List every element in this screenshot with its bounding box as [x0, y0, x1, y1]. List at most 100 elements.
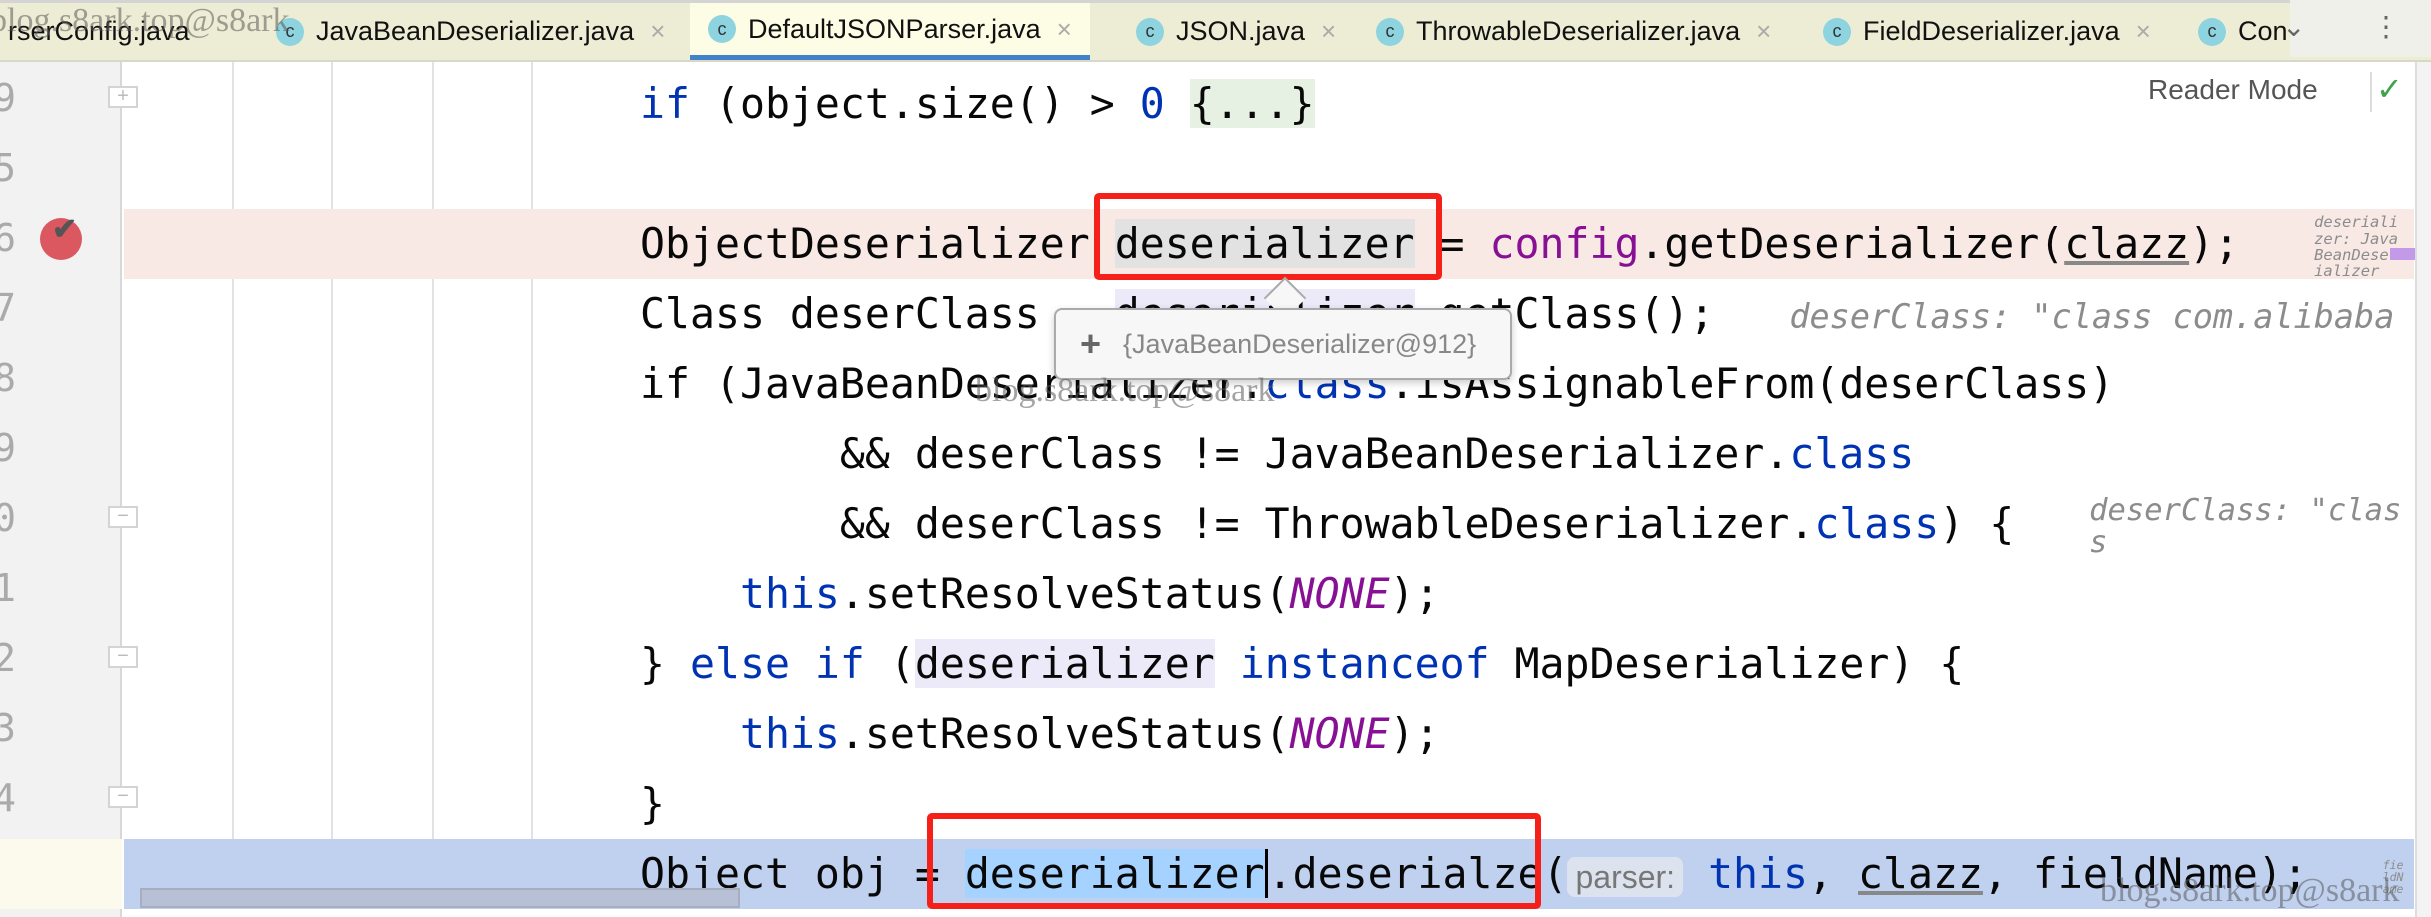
line-number: 9 — [0, 426, 16, 470]
code-token: config — [1489, 219, 1640, 268]
code-token: , — [1808, 849, 1858, 898]
code-line[interactable]: && deserClass != JavaBeanDeserializer.cl… — [640, 419, 1914, 489]
inline-hint: deserializer: JavaBeanDeserializer — [2314, 213, 2399, 281]
java-class-icon: c — [1823, 17, 1851, 46]
java-class-icon: c — [708, 15, 736, 43]
line-number: 3 — [0, 706, 16, 750]
code-token: class — [1814, 499, 1940, 548]
breakpoint-verified-check-icon: ✔ — [52, 213, 78, 246]
code-line[interactable]: } — [640, 769, 665, 839]
code-token: class — [1789, 429, 1915, 478]
close-tab-icon[interactable]: × — [1756, 16, 1771, 47]
tooltip-value: {JavaBeanDeserializer@912} — [1123, 328, 1477, 359]
code-token: 0 — [1139, 79, 1165, 128]
line-number: 7 — [0, 286, 16, 330]
line-number: 1 — [0, 566, 16, 610]
code-token: ) { — [1939, 499, 2090, 548]
code-token: NONE — [1289, 709, 1390, 758]
expand-plus-icon[interactable]: + — [1080, 323, 1101, 365]
code-line[interactable]: ObjectDeserializer deserializer = config… — [640, 209, 2404, 279]
code-token: {...} — [1189, 79, 1315, 128]
fold-collapse-icon[interactable]: − — [108, 506, 138, 528]
watermark: blog.s8ark.top@s8ark — [2100, 872, 2400, 909]
annotation-box-usage — [927, 813, 1541, 909]
code-line[interactable]: this.setResolveStatus(NONE); — [640, 699, 1440, 769]
code-token: ObjectDeserializer — [640, 219, 1115, 268]
code-token: } — [640, 639, 690, 688]
code-token: ); — [2189, 219, 2315, 268]
code-token: clazz — [2064, 219, 2190, 268]
code-line[interactable]: } else if (deserializer instanceof MapDe… — [640, 629, 1964, 699]
line-number: 0 — [0, 496, 16, 540]
tab-json-java[interactable]: c JSON.java × — [1118, 3, 1354, 60]
tab-label: JSON.java — [1176, 16, 1306, 46]
code-line[interactable]: Class deserClass = deserializer.getClass… — [640, 279, 2404, 349]
keyword: if — [640, 79, 690, 128]
inline-hint: parser: — [1567, 857, 1684, 897]
annotation-box-declaration — [1094, 193, 1442, 280]
code-token: } — [640, 779, 665, 828]
tab-fielddeserializer-java[interactable]: c FieldDeserializer.java × — [1805, 3, 2169, 60]
java-class-icon: c — [1136, 17, 1164, 46]
code-token: && deserClass != JavaBeanDeserializer. — [640, 429, 1790, 478]
watermark: blog.s8ark.top@s8ark — [975, 372, 1275, 409]
tab-menu-icon[interactable]: ⋮ — [2372, 10, 2400, 43]
code-line[interactable]: && deserClass != ThrowableDeserializer.c… — [640, 489, 2404, 559]
tab-defaultjsonparser-java[interactable]: c DefaultJSONParser.java × — [690, 3, 1090, 60]
fold-collapse-icon[interactable]: − — [108, 786, 138, 808]
code-token: && deserClass != ThrowableDeserializer. — [640, 499, 1815, 548]
editor-tab-bar: rserConfig.java c JavaBeanDeserializer.jav… — [0, 0, 2431, 62]
code-token: this — [739, 709, 840, 758]
code-token: if — [640, 359, 690, 408]
line-number: 4 — [0, 776, 16, 820]
fold-collapse-icon[interactable]: − — [108, 646, 138, 668]
more-tabs-chevron-icon[interactable]: ⌄ — [2282, 10, 2305, 43]
fold-expand-icon[interactable]: + — [108, 86, 138, 108]
java-class-icon: c — [2198, 17, 2226, 46]
close-tab-icon[interactable]: × — [2136, 16, 2151, 47]
code-line[interactable]: if (object.size() > 0 {...} — [640, 69, 1315, 139]
code-line[interactable]: this.setResolveStatus(NONE); — [640, 559, 1440, 629]
code-token: ); — [1389, 709, 1440, 758]
indent-guide — [432, 62, 434, 902]
code-token: ); — [1389, 569, 1440, 618]
indent-guide — [531, 62, 533, 902]
tab-label: DefaultJSONParser.java — [748, 13, 1041, 44]
close-tab-icon[interactable]: × — [1321, 16, 1336, 47]
tab-javabeandeserializer-java[interactable]: c JavaBeanDeserializer.java × — [258, 3, 683, 60]
indent-guide — [331, 62, 333, 902]
inline-hint: deserClass: "class — [2089, 492, 2402, 560]
code-token: .getDeserializer( — [1639, 219, 2065, 268]
code-token: MapDeserializer) { — [1489, 639, 1965, 688]
code-token: .setResolveStatus( — [839, 569, 1290, 618]
code-token: this — [739, 569, 840, 618]
inspection-ok-check-icon[interactable]: ✓ — [2376, 70, 2403, 108]
code-token: .setResolveStatus( — [839, 709, 1290, 758]
close-tab-icon[interactable]: × — [650, 16, 665, 47]
gutter-current-line — [0, 839, 122, 909]
close-tab-icon[interactable]: × — [1057, 14, 1072, 45]
tab-label: ThrowableDeserializer.java — [1416, 16, 1741, 46]
horizontal-scrollbar[interactable] — [140, 888, 740, 908]
divider — [2370, 72, 2372, 112]
code-token: clazz — [1858, 849, 1983, 898]
line-number: 5 — [0, 146, 16, 190]
code-token: instanceof — [1239, 639, 1490, 688]
code-token: deserializer — [914, 639, 1215, 688]
code-token: NONE — [1289, 569, 1390, 618]
scrollbar-markers — [2390, 248, 2415, 260]
inline-hint: deserClass: "class com.alibaba — [1789, 297, 2395, 337]
code-token: ( — [864, 639, 915, 688]
line-number: 2 — [0, 636, 16, 680]
code-token: if (object.size() > — [640, 79, 1140, 128]
editor-gutter[interactable]: 956789012345 — [0, 62, 122, 917]
tab-throwabledeserializer-java[interactable]: c ThrowableDeserializer.java × — [1358, 3, 1789, 60]
code-token: else if — [689, 639, 865, 688]
vertical-scrollbar[interactable] — [2415, 62, 2431, 917]
reader-mode-button[interactable]: Reader Mode — [2148, 74, 2318, 106]
tab-label: FieldDeserializer.java — [1863, 16, 2120, 46]
